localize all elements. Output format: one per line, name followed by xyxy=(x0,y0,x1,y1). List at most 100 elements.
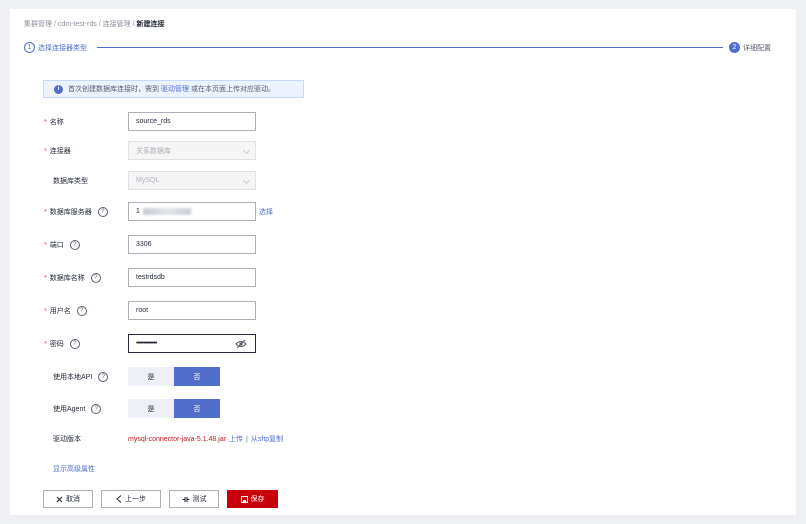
required-mark: * xyxy=(44,274,47,282)
help-icon[interactable]: ? xyxy=(98,372,109,382)
label-text: 数据库类型 xyxy=(53,178,88,185)
label-text: 连接器 xyxy=(49,148,71,155)
prev-step-button[interactable]: 上一步 xyxy=(101,490,161,508)
name-input[interactable]: source_rds xyxy=(128,112,256,131)
info-icon: i xyxy=(54,84,63,94)
use-agent-toggle: 是 否 xyxy=(128,399,220,418)
port-input[interactable]: 3306 xyxy=(128,235,256,254)
help-icon[interactable]: ? xyxy=(76,306,87,316)
breadcrumb-sep: / xyxy=(53,21,56,28)
username-input[interactable]: root xyxy=(128,301,256,320)
db-name-input[interactable]: testrdsdb xyxy=(128,268,256,287)
breadcrumb: 集群管理 / cdm-test-rds / 连接管理 / 新建连接 xyxy=(24,19,164,29)
required-mark: * xyxy=(44,147,47,155)
select-server-link[interactable]: 选择 xyxy=(259,202,273,222)
connector-select: 关系数据库 xyxy=(128,141,256,160)
form-row-db-server: * 数据库服务器? 1 选择 xyxy=(0,202,786,222)
name-label: * 名称 xyxy=(44,112,64,132)
password-label: * 密码? xyxy=(44,334,80,354)
form-row-driver-version: 驱动版本 mysql-connector-java-5.1.48.jar 上传 … xyxy=(0,429,786,449)
required-mark: * xyxy=(44,307,47,315)
driver-version-value: mysql-connector-java-5.1.48.jar 上传 | 从sf… xyxy=(128,429,283,449)
option-yes[interactable]: 是 xyxy=(128,367,174,386)
help-icon[interactable]: ? xyxy=(69,240,80,250)
db-server-input[interactable]: 1 xyxy=(128,202,256,221)
db-name-label: * 数据库名称? xyxy=(44,268,101,288)
link-separator: | xyxy=(246,435,248,443)
info-text-before: 首次创建数据库连接时，需到 xyxy=(68,86,159,93)
use-local-api-label: 使用本地API? xyxy=(53,367,109,387)
chevron-down-icon xyxy=(242,176,251,185)
test-button[interactable]: 测试 xyxy=(169,490,219,508)
password-input[interactable]: •••••••••••••• xyxy=(128,334,256,353)
db-server-label: * 数据库服务器? xyxy=(44,202,108,222)
step-number: 1 xyxy=(24,42,35,53)
close-icon xyxy=(56,496,63,502)
option-yes[interactable]: 是 xyxy=(128,399,174,418)
form-row-db-type: 数据库类型 MySQL xyxy=(0,171,786,191)
label-text: 用户名 xyxy=(49,308,71,315)
prev-label: 上一步 xyxy=(125,496,146,503)
step-detail-config: 2 详细配置 xyxy=(729,41,771,54)
form-row-use-agent: 使用Agent? 是 否 xyxy=(0,399,786,419)
save-button[interactable]: 保存 xyxy=(227,490,278,508)
label-text: 名称 xyxy=(49,119,64,126)
breadcrumb-cluster-mgmt[interactable]: 集群管理 xyxy=(24,21,52,28)
form-row-use-local-api: 使用本地API? 是 否 xyxy=(0,367,786,387)
label-text: 驱动版本 xyxy=(53,436,81,443)
label-text: 密码 xyxy=(49,341,64,348)
option-no[interactable]: 否 xyxy=(174,399,220,418)
label-text: 数据库服务器 xyxy=(49,209,92,216)
driver-version-label: 驱动版本 xyxy=(53,429,81,449)
required-mark: * xyxy=(44,118,47,126)
cancel-label: 取消 xyxy=(66,496,80,503)
help-icon[interactable]: ? xyxy=(90,273,101,283)
form-row-connector: * 连接器 关系数据库 xyxy=(0,141,786,161)
driver-management-link[interactable]: 驱动管理 xyxy=(161,84,189,94)
form-row-db-name: * 数据库名称? testrdsdb xyxy=(0,268,786,288)
required-mark: * xyxy=(44,340,47,348)
form-row-name: * 名称 source_rds xyxy=(0,112,786,132)
chevron-left-icon xyxy=(116,495,122,503)
option-no[interactable]: 否 xyxy=(174,367,220,386)
step-label: 详细配置 xyxy=(743,44,771,52)
connector-label: * 连接器 xyxy=(44,141,71,161)
show-advanced-properties-link[interactable]: 显示高级属性 xyxy=(53,464,95,474)
info-text-after: 或在本页面上传对应驱动。 xyxy=(191,86,275,93)
connector-value: 关系数据库 xyxy=(136,147,171,155)
required-mark: * xyxy=(44,208,47,216)
db-type-label: 数据库类型 xyxy=(53,171,88,191)
help-icon[interactable]: ? xyxy=(97,207,108,217)
password-value: •••••••••••••• xyxy=(136,340,157,347)
db-type-select: MySQL xyxy=(128,171,256,190)
test-label: 测试 xyxy=(192,496,207,503)
save-label: 保存 xyxy=(250,496,265,503)
db-server-value: 1 xyxy=(136,208,140,215)
save-icon xyxy=(240,495,248,503)
label-text: 数据库名称 xyxy=(49,275,85,282)
step-progress-line xyxy=(97,47,723,48)
driver-file-name: mysql-connector-java-5.1.48.jar xyxy=(128,435,227,443)
upload-link[interactable]: 上传 xyxy=(229,434,243,444)
action-bar: 取消 上一步 测试 保存 xyxy=(43,490,278,508)
breadcrumb-sep: / xyxy=(132,21,135,28)
eye-off-icon[interactable] xyxy=(235,339,247,349)
step-label: 选择连接器类型 xyxy=(38,44,87,52)
label-text: 使用Agent xyxy=(53,406,86,413)
info-banner: i 首次创建数据库连接时，需到 驱动管理 或在本页面上传对应驱动。 xyxy=(43,80,304,98)
help-icon[interactable]: ? xyxy=(91,404,102,414)
step-select-connector-type[interactable]: 1 选择连接器类型 xyxy=(24,41,87,54)
use-agent-label: 使用Agent? xyxy=(53,399,102,419)
form-row-username: * 用户名? root xyxy=(0,301,786,321)
breadcrumb-sep: / xyxy=(98,21,101,28)
copy-from-sftp-link[interactable]: 从sftp复制 xyxy=(251,434,283,444)
cancel-button[interactable]: 取消 xyxy=(43,490,93,508)
breadcrumb-current: 新建连接 xyxy=(136,21,165,28)
port-label: * 端口? xyxy=(44,235,80,255)
label-text: 端口 xyxy=(49,242,64,249)
breadcrumb-cluster-name[interactable]: cdm-test-rds xyxy=(58,21,97,28)
required-mark: * xyxy=(44,241,47,249)
form-row-port: * 端口? 3306 xyxy=(0,235,786,255)
help-icon[interactable]: ? xyxy=(69,339,80,349)
breadcrumb-link-mgmt[interactable]: 连接管理 xyxy=(103,21,131,28)
